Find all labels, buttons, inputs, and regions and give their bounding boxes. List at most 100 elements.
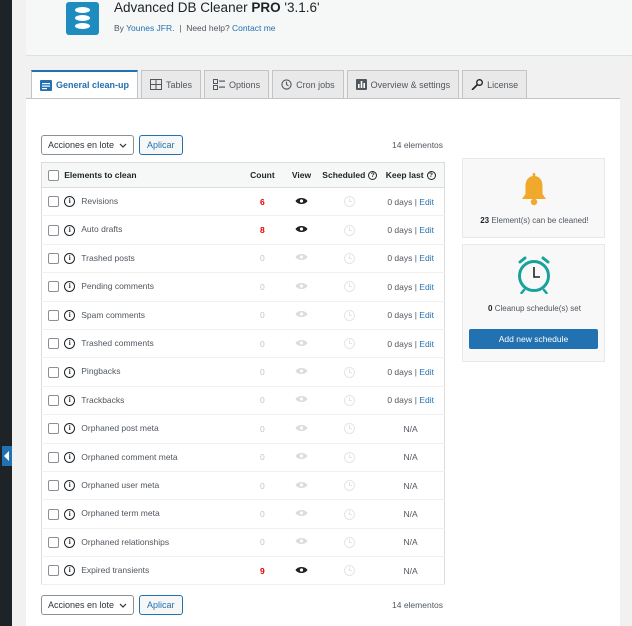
keep-last-edit-link[interactable]: Edit [419, 395, 434, 405]
row-checkbox[interactable] [47, 196, 59, 208]
row-checkbox[interactable] [47, 423, 59, 435]
info-icon[interactable]: i [64, 338, 76, 350]
schedule-clock-icon [344, 281, 356, 293]
info-icon[interactable]: i [64, 508, 76, 520]
keep-last-value: N/A [403, 423, 418, 434]
schedule-clock-icon [344, 480, 356, 492]
keep-last-value: 0 days [387, 395, 413, 406]
bulk-actions-bottom: Acciones en lote Aplicar [41, 595, 183, 615]
byline: By Younes JFR. | Need help? Contact me [114, 23, 276, 33]
tab-general-clean-up[interactable]: General clean-up [31, 70, 139, 98]
keep-last-value: 0 days [387, 196, 413, 207]
row-checkbox[interactable] [47, 253, 59, 265]
table-row: i Revisions 6 0 days | Edit [41, 187, 445, 217]
info-icon[interactable]: i [64, 281, 76, 293]
chevron-down-icon [119, 143, 127, 148]
keep-last-edit-link[interactable]: Edit [419, 225, 434, 235]
table-row: i Pingbacks 0 0 days | Edit [41, 357, 445, 387]
row-checkbox[interactable] [47, 508, 59, 520]
keep-last-edit-link[interactable]: Edit [419, 310, 434, 320]
tab-license[interactable]: License [462, 70, 528, 98]
row-checkbox[interactable] [47, 537, 59, 548]
eye-icon[interactable] [295, 197, 308, 205]
element-count: 0 [260, 423, 265, 434]
help-icon[interactable]: ? [368, 171, 378, 181]
tab-overview-settings[interactable]: Overview & settings [346, 70, 460, 98]
tab-cron-jobs[interactable]: Cron jobs [272, 70, 344, 98]
row-checkbox[interactable] [47, 309, 59, 321]
info-icon[interactable]: i [64, 480, 76, 492]
element-name: Orphaned comment meta [81, 451, 178, 462]
add-new-schedule-button[interactable]: Add new schedule [469, 329, 598, 349]
keep-last-edit-link[interactable]: Edit [419, 339, 434, 349]
info-icon[interactable]: i [64, 451, 76, 463]
apply-button[interactable]: Aplicar [139, 135, 183, 155]
element-name: Pending comments [81, 281, 155, 292]
help-icon[interactable]: ? [426, 171, 436, 181]
cleanable-summary-box: 23 Element(s) can be cleaned! [462, 158, 605, 238]
info-icon[interactable]: i [64, 565, 76, 577]
row-checkbox[interactable] [47, 480, 59, 492]
select-all-checkbox[interactable] [47, 169, 59, 181]
info-icon[interactable]: i [64, 309, 76, 321]
element-name: Trackbacks [81, 394, 125, 405]
apply-button-bottom[interactable]: Aplicar [139, 595, 183, 615]
options-icon [213, 79, 226, 90]
keep-last-edit-link[interactable]: Edit [419, 367, 434, 377]
row-checkbox[interactable] [47, 281, 59, 293]
alarm-clock-icon [518, 256, 550, 294]
chevron-down-icon [119, 603, 127, 608]
eye-icon[interactable] [295, 566, 308, 574]
column-header-count: Count [244, 162, 281, 188]
info-icon[interactable]: i [64, 253, 76, 265]
column-header-scheduled: Scheduled? [322, 162, 378, 188]
author-link[interactable]: Younes JFR. [126, 23, 174, 33]
plugin-logo [66, 2, 99, 35]
keep-last-value: 0 days [387, 225, 413, 236]
schedule-clock-icon [344, 451, 356, 463]
element-name: Trashed posts [81, 252, 135, 263]
table-icon [150, 79, 163, 90]
element-name: Auto drafts [81, 224, 123, 235]
row-checkbox[interactable] [47, 366, 59, 378]
info-icon[interactable]: i [64, 395, 76, 407]
eye-icon [295, 396, 308, 403]
element-name: Orphaned term meta [81, 508, 160, 519]
info-icon[interactable]: i [64, 366, 76, 378]
tab-options[interactable]: Options [204, 70, 270, 98]
schedule-text: 0 Cleanup schedule(s) set [488, 304, 581, 313]
row-checkbox[interactable] [47, 395, 59, 407]
keep-last-value: 0 days [387, 367, 413, 378]
row-checkbox[interactable] [47, 451, 59, 463]
element-count: 0 [260, 310, 265, 321]
row-checkbox[interactable] [47, 338, 59, 350]
column-header-view: View [280, 162, 323, 188]
info-icon[interactable]: i [64, 196, 76, 208]
eye-icon[interactable] [295, 225, 308, 233]
keep-last-edit-link[interactable]: Edit [419, 197, 434, 207]
info-icon[interactable]: i [64, 423, 76, 435]
schedule-clock-icon [344, 366, 356, 378]
info-icon[interactable]: i [64, 537, 76, 548]
info-icon[interactable]: i [64, 224, 76, 236]
eye-icon [295, 424, 308, 431]
schedule-clock-icon [344, 395, 356, 407]
row-checkbox[interactable] [47, 565, 59, 577]
tab-tables[interactable]: Tables [141, 70, 202, 98]
element-count: 6 [260, 196, 265, 207]
admin-sidebar [0, 0, 12, 626]
keep-last-edit-link[interactable]: Edit [419, 282, 434, 292]
row-checkbox[interactable] [47, 224, 59, 236]
element-name: Spam comments [81, 309, 146, 320]
keep-last-value: N/A [403, 508, 418, 519]
column-header-name: Elements to clean [64, 162, 245, 188]
contact-link[interactable]: Contact me [232, 23, 275, 33]
keep-last-edit-link[interactable]: Edit [419, 253, 434, 263]
bulk-action-select[interactable]: Acciones en lote [41, 135, 135, 155]
bulk-action-select-bottom[interactable]: Acciones en lote [41, 595, 135, 615]
schedule-clock-icon [344, 253, 356, 265]
element-count: 0 [260, 395, 265, 406]
overview-icon [355, 79, 367, 90]
table-row: i Orphaned term meta 0 N/A [41, 499, 445, 529]
collapse-menu-button[interactable] [2, 446, 12, 466]
